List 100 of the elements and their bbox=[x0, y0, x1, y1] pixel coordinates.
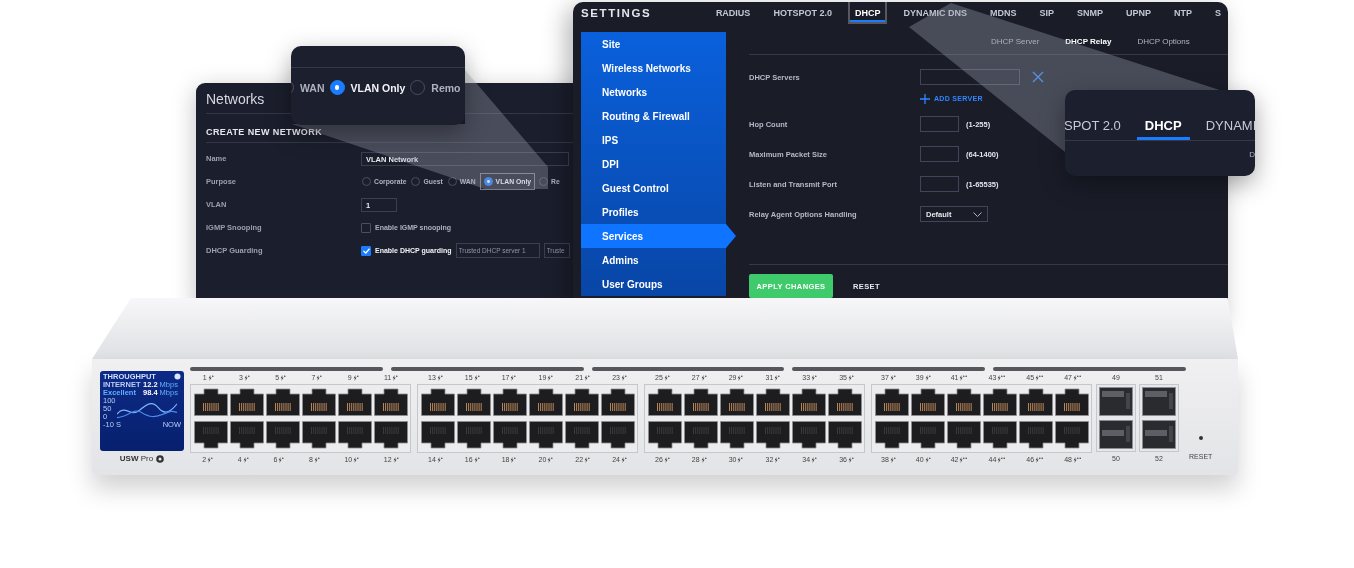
ethernet-port bbox=[720, 421, 754, 449]
ethernet-port bbox=[947, 421, 981, 449]
sidebar-item[interactable]: Routing & Firewall bbox=[581, 104, 726, 128]
ethernet-port bbox=[457, 421, 491, 449]
server-field[interactable] bbox=[920, 69, 1020, 85]
radio-button[interactable] bbox=[329, 80, 345, 95]
ethernet-port bbox=[828, 388, 862, 416]
sfp-port bbox=[1099, 420, 1133, 449]
sidebar-item[interactable]: DPI bbox=[581, 152, 726, 176]
tab-label: D bbox=[1249, 150, 1255, 159]
sub-tab[interactable]: DHCP Server bbox=[991, 36, 1040, 46]
ethernet-port bbox=[230, 388, 264, 416]
ethernet-port bbox=[875, 388, 909, 416]
ethernet-port bbox=[911, 421, 945, 449]
ethernet-port bbox=[421, 421, 455, 449]
radio-label: Remo bbox=[431, 81, 461, 94]
ethernet-port bbox=[1055, 388, 1089, 416]
ethernet-port bbox=[684, 421, 718, 449]
ethernet-port bbox=[947, 388, 981, 416]
tab[interactable]: MDNS bbox=[982, 2, 1024, 24]
panel-title: SETTINGS bbox=[580, 6, 653, 19]
tab[interactable]: DHCP bbox=[847, 2, 888, 24]
ethernet-port bbox=[266, 421, 300, 449]
sub-tab[interactable]: DHCP Options bbox=[1137, 36, 1190, 46]
ethernet-port bbox=[601, 388, 635, 416]
sidebar-item[interactable]: User Groups bbox=[581, 272, 726, 296]
ethernet-port bbox=[828, 421, 862, 449]
sfp-port bbox=[1099, 387, 1133, 416]
ethernet-port bbox=[983, 388, 1017, 416]
ethernet-port bbox=[601, 421, 635, 449]
tab[interactable]: NTP bbox=[1167, 2, 1199, 24]
sfp-port bbox=[1142, 387, 1176, 416]
ethernet-port bbox=[875, 421, 909, 449]
ethernet-port bbox=[302, 388, 336, 416]
tab[interactable]: UPNP bbox=[1118, 2, 1158, 24]
ethernet-port bbox=[1019, 388, 1053, 416]
ethernet-port bbox=[983, 421, 1017, 449]
ethernet-port bbox=[792, 421, 826, 449]
ethernet-port bbox=[374, 388, 408, 416]
ethernet-port bbox=[338, 421, 372, 449]
circle-icon bbox=[174, 373, 181, 381]
ethernet-port bbox=[529, 421, 563, 449]
plus-icon bbox=[920, 93, 930, 104]
tab[interactable]: RADIUS bbox=[708, 2, 758, 24]
ethernet-port bbox=[457, 388, 491, 416]
ethernet-port bbox=[529, 388, 563, 416]
radio-button[interactable] bbox=[483, 177, 493, 186]
number-field[interactable] bbox=[920, 176, 959, 192]
ethernet-port bbox=[720, 388, 754, 416]
sidebar-item[interactable]: Networks bbox=[581, 80, 726, 104]
ethernet-port bbox=[421, 388, 455, 416]
tab[interactable]: S bbox=[1208, 2, 1228, 24]
ethernet-port bbox=[338, 388, 372, 416]
ethernet-port bbox=[792, 388, 826, 416]
tab[interactable]: SPOT 2.0 bbox=[1065, 118, 1129, 140]
tab[interactable]: DHCP bbox=[1136, 118, 1190, 140]
tab[interactable]: SIP bbox=[1032, 2, 1061, 24]
ethernet-port bbox=[493, 421, 527, 449]
sub-tab[interactable]: DHCP Relay bbox=[1065, 36, 1112, 46]
ethernet-port bbox=[194, 388, 228, 416]
ethernet-port bbox=[565, 421, 599, 449]
ethernet-port bbox=[648, 388, 682, 416]
ethernet-port bbox=[230, 421, 264, 449]
sidebar-item[interactable]: IPS bbox=[581, 128, 726, 152]
panel-title: Networks bbox=[206, 91, 266, 107]
checkbox[interactable] bbox=[361, 245, 371, 256]
tab[interactable]: DYNAMIC DNS bbox=[896, 2, 974, 24]
number-field[interactable] bbox=[920, 146, 959, 162]
ethernet-port bbox=[493, 388, 527, 416]
ethernet-port bbox=[302, 421, 336, 449]
ethernet-port bbox=[194, 421, 228, 449]
ethernet-port bbox=[756, 388, 790, 416]
chevron-down-icon bbox=[973, 211, 982, 217]
sidebar-item[interactable]: Guest Control bbox=[581, 176, 726, 200]
number-field[interactable] bbox=[920, 116, 959, 132]
close-icon[interactable] bbox=[1032, 71, 1044, 83]
sidebar-item[interactable]: Wireless Networks bbox=[581, 56, 726, 80]
radio-label: WAN bbox=[300, 81, 325, 94]
ethernet-port bbox=[266, 388, 300, 416]
tab[interactable]: DYNAMI bbox=[1197, 118, 1255, 140]
model-logo: USW Pro bbox=[119, 454, 154, 463]
selection-pointer bbox=[726, 224, 736, 248]
ethernet-port bbox=[648, 421, 682, 449]
reset-pinhole[interactable] bbox=[1198, 436, 1203, 440]
ethernet-port bbox=[756, 421, 790, 449]
ethernet-port bbox=[374, 421, 408, 449]
section-heading: CREATE NEW NETWORK bbox=[206, 126, 324, 138]
sidebar-item[interactable]: Admins bbox=[581, 248, 726, 272]
ethernet-port bbox=[1055, 421, 1089, 449]
checkbox[interactable] bbox=[361, 222, 371, 233]
radio-label: VLAN Only bbox=[350, 81, 406, 94]
tab[interactable]: HOTSPOT 2.0 bbox=[766, 2, 839, 24]
ethernet-port bbox=[565, 388, 599, 416]
ethernet-port bbox=[684, 388, 718, 416]
tab[interactable]: SNMP bbox=[1069, 2, 1110, 24]
sfp-port bbox=[1142, 420, 1176, 449]
ethernet-port bbox=[1019, 421, 1053, 449]
sidebar-item[interactable]: Profiles bbox=[581, 200, 726, 224]
sidebar-item[interactable]: Site bbox=[581, 32, 726, 56]
ethernet-port bbox=[911, 388, 945, 416]
